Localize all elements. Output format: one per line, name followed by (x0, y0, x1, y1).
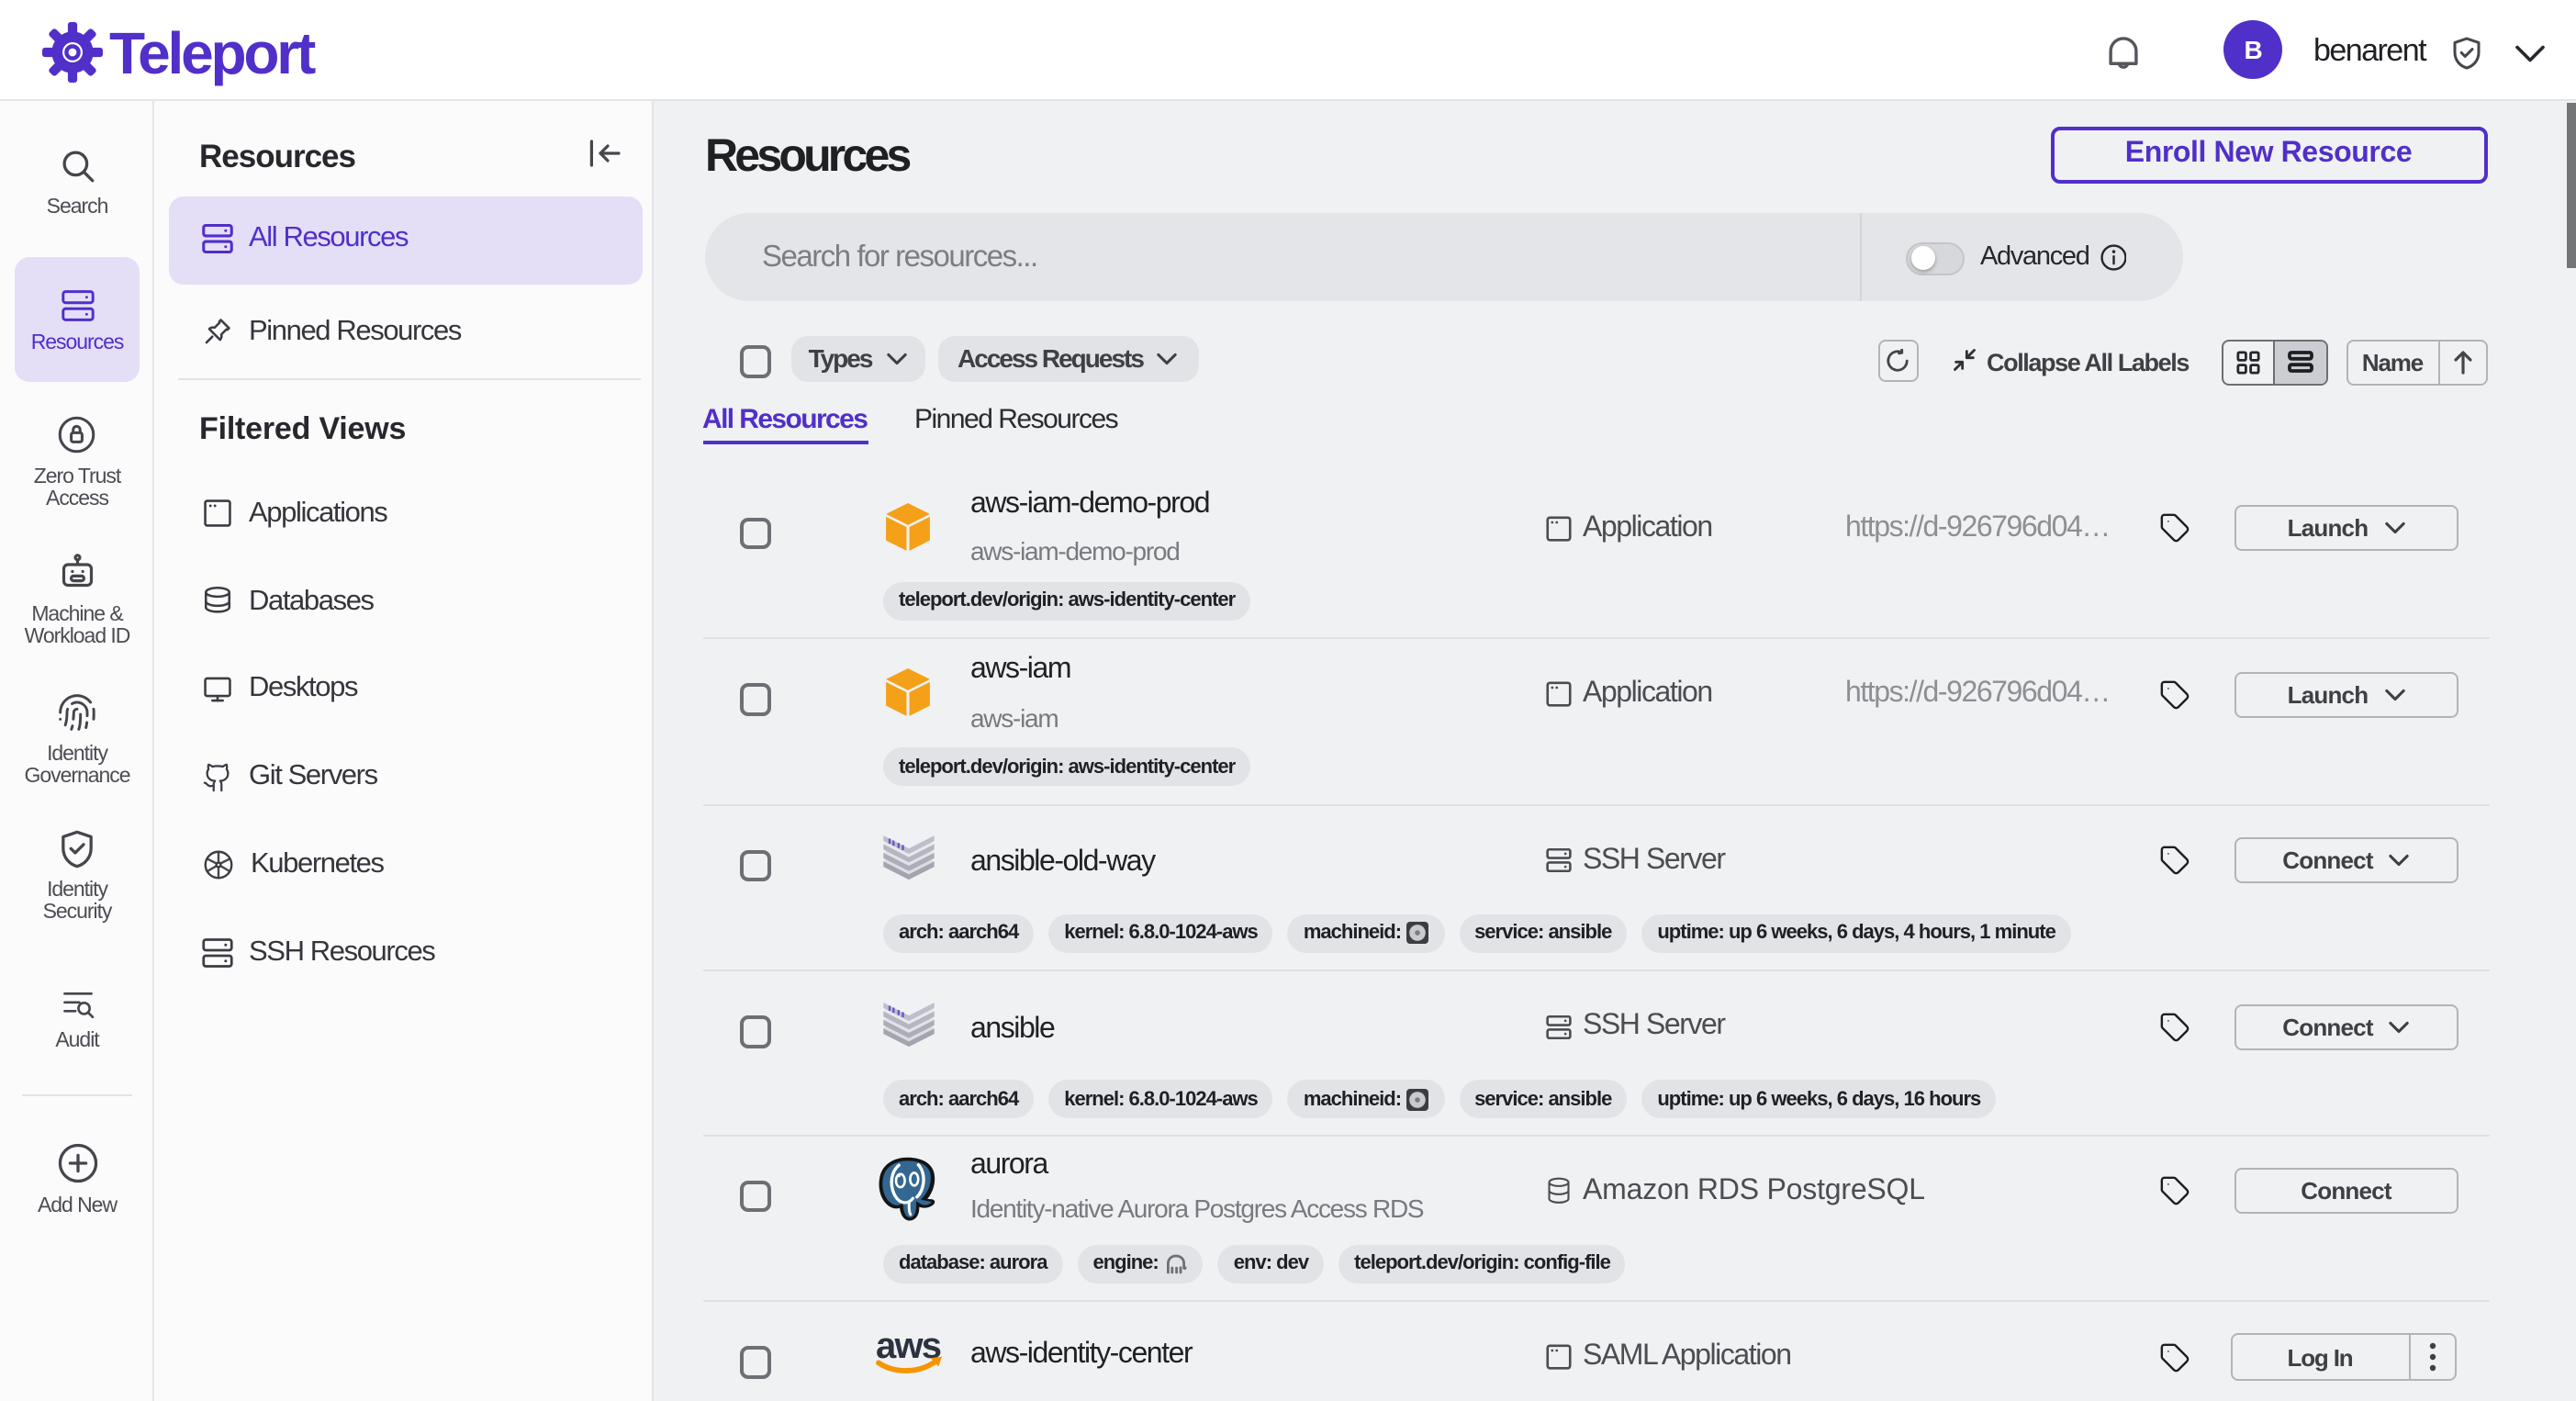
svg-text:aws: aws (875, 1329, 940, 1366)
